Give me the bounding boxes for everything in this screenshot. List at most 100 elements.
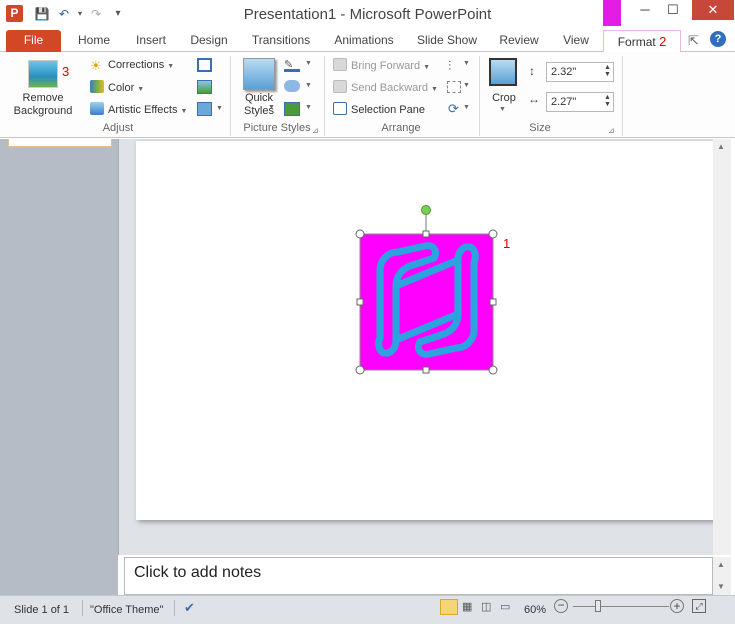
- tab-home[interactable]: Home: [72, 30, 116, 52]
- tab-review[interactable]: Review: [494, 30, 544, 52]
- scroll-down-icon[interactable]: ▼: [717, 582, 725, 591]
- height-icon: ↕: [529, 64, 535, 78]
- remove-background-icon: [28, 60, 58, 88]
- remove-background-button[interactable]: Remove Background: [8, 92, 78, 118]
- scroll-up-icon[interactable]: ▲: [717, 560, 725, 569]
- minimize-button[interactable]: ─: [631, 0, 659, 20]
- status-divider: [82, 600, 83, 616]
- zoom-in-icon[interactable]: +: [670, 599, 684, 613]
- chevron-down-icon: ▼: [268, 104, 275, 111]
- tab-design[interactable]: Design: [184, 30, 234, 52]
- scroll-up-icon[interactable]: ▲: [717, 142, 725, 151]
- theme-name[interactable]: "Office Theme": [90, 604, 163, 616]
- help-icon[interactable]: ?: [710, 31, 726, 47]
- vertical-scrollbar[interactable]: [713, 139, 731, 555]
- send-backward-icon: [333, 80, 347, 93]
- spell-check-icon[interactable]: ✔: [184, 600, 195, 616]
- adjust-group-label: Adjust: [102, 122, 134, 134]
- quick-styles-icon: [243, 58, 275, 90]
- zoom-slider-track[interactable]: [573, 606, 669, 607]
- chevron-down-icon: ▼: [305, 104, 312, 111]
- redo-icon[interactable]: ↷: [88, 6, 104, 22]
- picture-layout-icon[interactable]: [284, 102, 300, 116]
- zoom-out-icon[interactable]: −: [554, 599, 568, 613]
- tab-format-label: Format: [617, 35, 656, 49]
- group-objects-icon[interactable]: [447, 81, 461, 93]
- remove-background-badge: 3: [62, 64, 70, 79]
- tab-transitions[interactable]: Transitions: [246, 30, 316, 52]
- slide-thumbnail[interactable]: [8, 139, 112, 147]
- powerpoint-app-icon[interactable]: P: [6, 5, 23, 22]
- compress-pictures-icon[interactable]: [197, 58, 212, 72]
- zoom-slider-thumb[interactable]: [595, 600, 601, 612]
- selection-pane-button[interactable]: Selection Pane: [333, 102, 425, 116]
- artistic-effects-button[interactable]: Artistic Effects ▼: [90, 102, 187, 116]
- undo-icon[interactable]: ↶: [56, 6, 72, 22]
- chevron-down-icon[interactable]: ▼: [216, 105, 223, 112]
- close-button[interactable]: ✕: [692, 0, 734, 20]
- slide-count: Slide 1 of 1: [14, 604, 70, 616]
- quick-styles-button[interactable]: Quick Styles: [236, 92, 282, 118]
- chevron-down-icon: ▼: [305, 82, 312, 89]
- chevron-down-icon: ▼: [431, 86, 438, 93]
- align-icon[interactable]: ⫶: [448, 58, 451, 74]
- artistic-effects-icon: [90, 102, 104, 115]
- minimize-ribbon-icon[interactable]: ⇱: [688, 33, 699, 49]
- change-picture-icon[interactable]: [197, 80, 212, 94]
- dialog-launcher-icon[interactable]: ⊿: [312, 126, 319, 135]
- slides-pane[interactable]: [0, 139, 118, 595]
- chevron-down-icon: ▼: [180, 108, 188, 115]
- tab-insert[interactable]: Insert: [128, 30, 174, 52]
- picture-badge: 1: [503, 236, 511, 251]
- picture-styles-group-label: Picture Styles: [243, 122, 311, 134]
- tab-slide-show[interactable]: Slide Show: [412, 30, 482, 52]
- ribbon: 3 Remove Background ☀ Corrections ▼ Color ▼…: [0, 52, 735, 138]
- corrections-button[interactable]: ☀ Corrections ▼: [90, 58, 174, 73]
- customize-qat-icon[interactable]: ▾: [110, 6, 126, 22]
- zoom-level[interactable]: 60%: [524, 604, 546, 616]
- maximize-button[interactable]: ☐: [659, 0, 687, 20]
- reading-view-icon[interactable]: ◫: [481, 600, 491, 613]
- rotate-icon[interactable]: ⟳: [448, 101, 459, 117]
- arrange-group-label: Arrange: [381, 122, 421, 134]
- chevron-down-icon: ▼: [137, 86, 145, 93]
- send-backward-button[interactable]: Send Backward ▼: [333, 80, 438, 94]
- height-spin-icon[interactable]: ▲ ▼: [604, 64, 611, 78]
- picture-border-icon[interactable]: ✎: [284, 58, 300, 72]
- tab-file[interactable]: File: [6, 30, 61, 52]
- notes-placeholder[interactable]: Click to add notes: [134, 564, 261, 582]
- tab-animations[interactable]: Animations: [328, 30, 400, 52]
- slide-show-icon[interactable]: ▭: [500, 600, 510, 613]
- picture-effects-icon[interactable]: [284, 80, 300, 92]
- save-icon[interactable]: 💾: [34, 6, 50, 22]
- tab-format[interactable]: Format 2: [603, 30, 681, 52]
- send-backward-label: Send Backward: [351, 82, 429, 94]
- undo-dropdown-icon[interactable]: ▾: [72, 6, 88, 22]
- bring-forward-icon: [333, 58, 347, 71]
- size-group-label: Size: [529, 122, 551, 134]
- reset-picture-icon[interactable]: [197, 102, 212, 116]
- selection-pane-label: Selection Pane: [351, 104, 425, 116]
- chevron-down-icon: ▼: [305, 60, 312, 67]
- crop-button[interactable]: Crop: [486, 92, 522, 104]
- corrections-label: Corrections: [108, 59, 165, 71]
- normal-view-icon[interactable]: [440, 599, 458, 615]
- crop-icon: [489, 58, 517, 86]
- corrections-icon: ☀: [90, 58, 102, 73]
- bring-forward-button[interactable]: Bring Forward ▼: [333, 58, 430, 72]
- color-button[interactable]: Color ▼: [90, 80, 144, 94]
- selection-pane-icon: [333, 102, 347, 115]
- fit-slide-icon[interactable]: ⤢: [692, 599, 706, 613]
- format-badge: 2: [659, 34, 667, 49]
- selected-picture[interactable]: [350, 200, 510, 380]
- slide-sorter-icon[interactable]: ▦: [462, 600, 472, 613]
- chevron-down-icon: ▼: [463, 82, 470, 89]
- width-spin-icon[interactable]: ▲ ▼: [604, 94, 611, 108]
- status-divider: [174, 600, 175, 616]
- chevron-down-icon: ▼: [463, 104, 470, 111]
- dialog-launcher-icon[interactable]: ⊿: [608, 126, 615, 135]
- chevron-down-icon: ▼: [463, 60, 470, 67]
- artistic-effects-label: Artistic Effects: [108, 104, 178, 116]
- color-label: Color: [108, 82, 135, 94]
- tab-view[interactable]: View: [556, 30, 596, 52]
